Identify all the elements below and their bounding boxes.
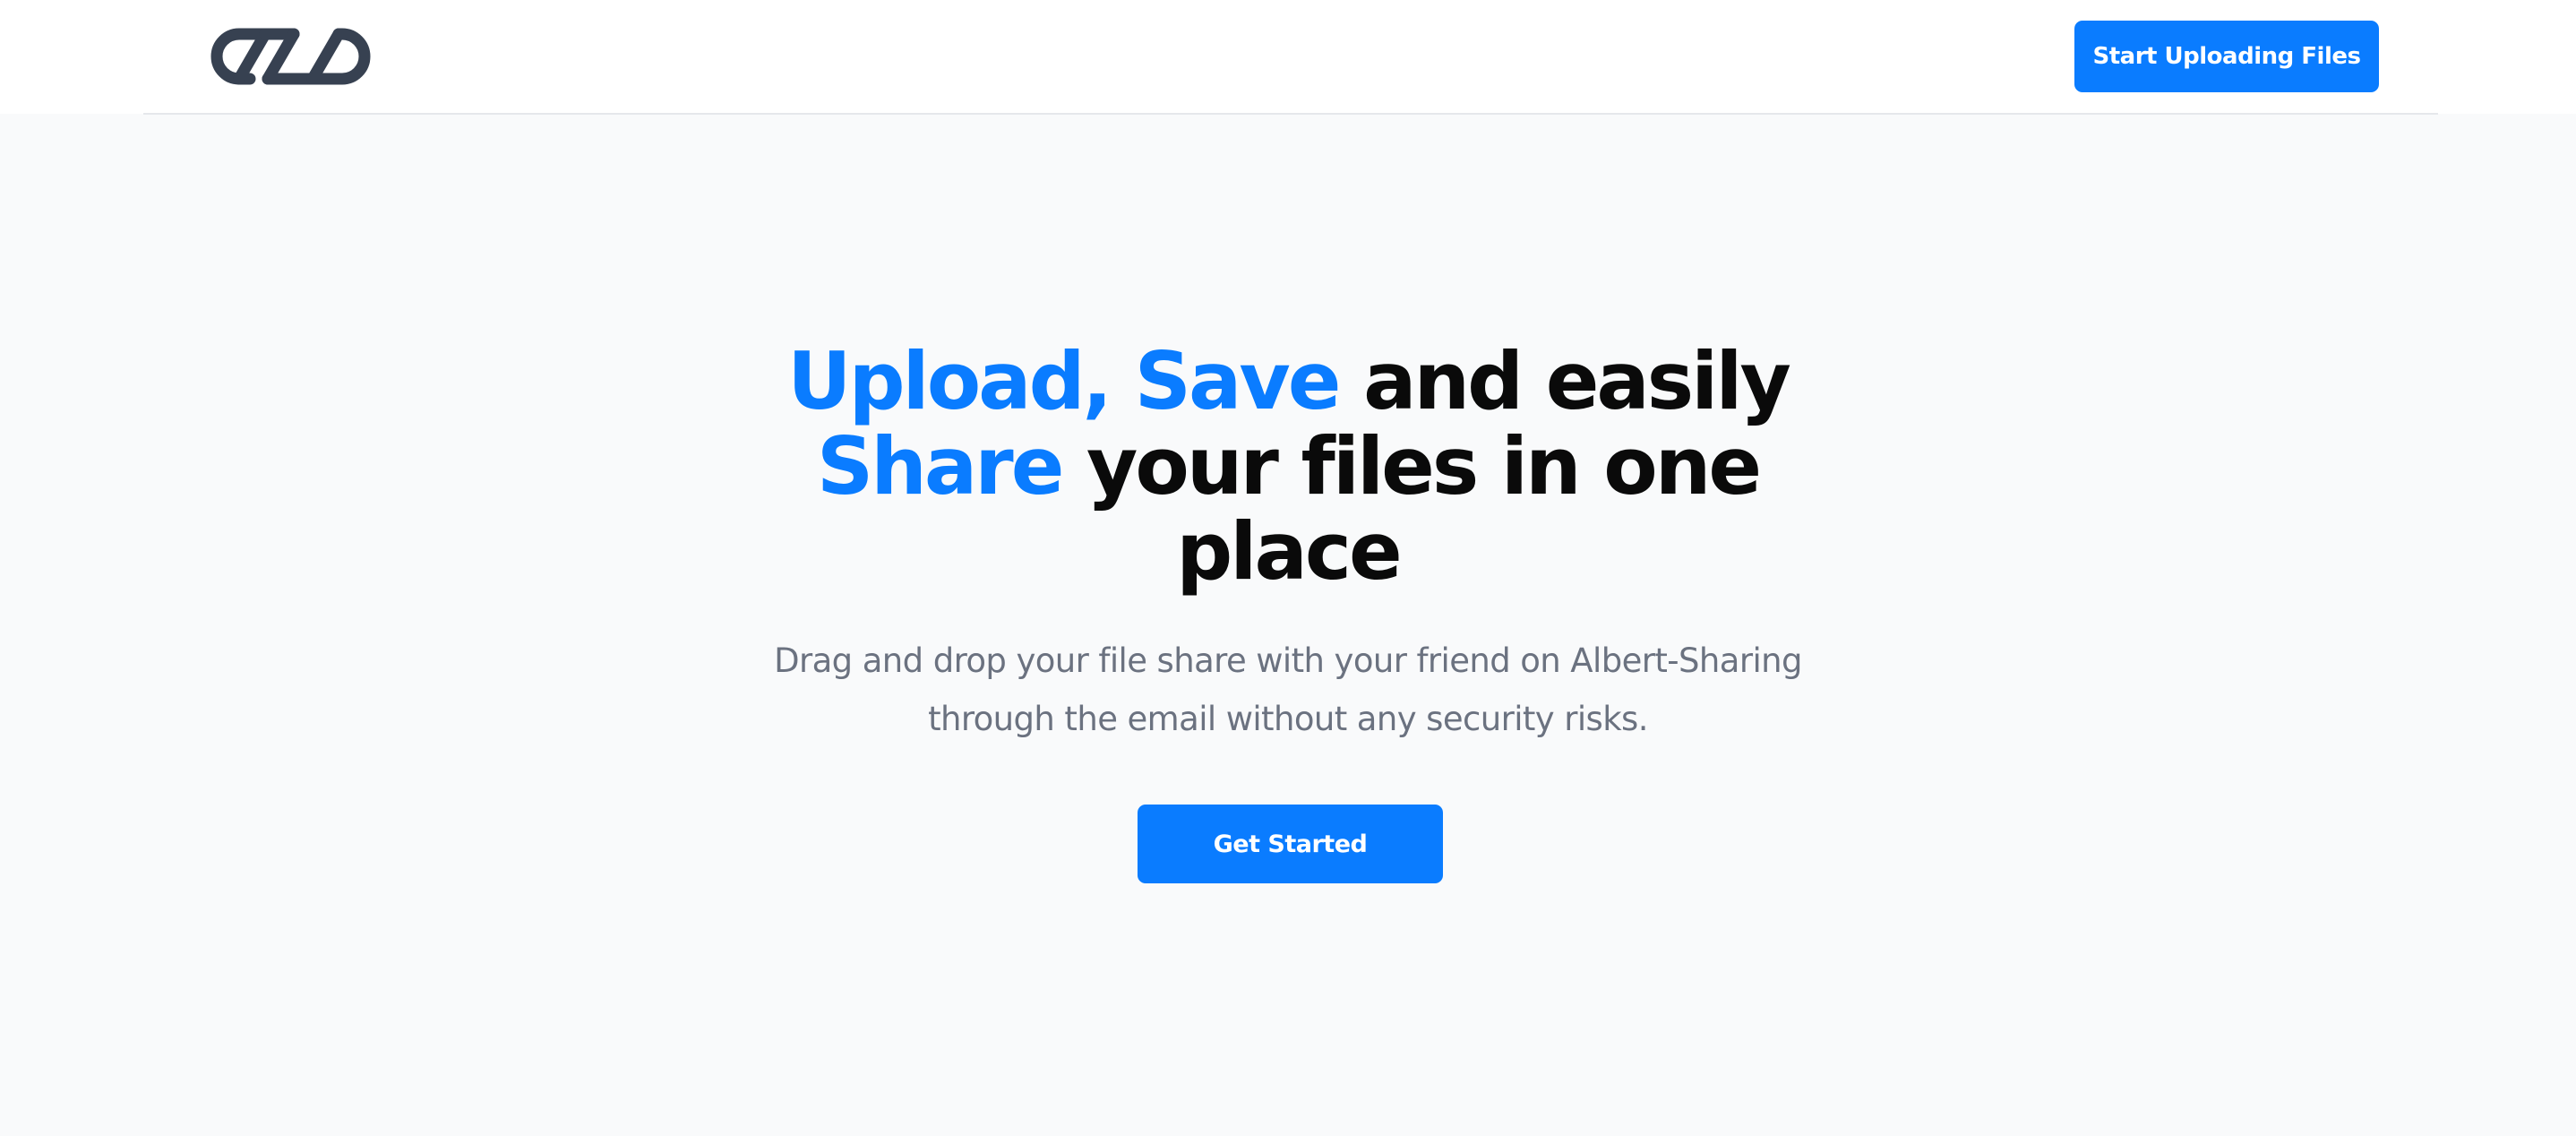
hero-title-text-end: your files in one place [1061, 420, 1762, 598]
hero-title-accent-share: Share [816, 420, 1064, 512]
hero-title-text: and easily [1338, 335, 1791, 427]
chain-link-logo-icon [210, 28, 371, 85]
start-uploading-files-button[interactable]: Start Uploading Files [2074, 21, 2379, 92]
site-header: Start Uploading Files [0, 0, 2576, 114]
hero-subtitle: Drag and drop your file share with your … [774, 641, 1802, 738]
hero-title: Upload, Save and easily Share your files… [751, 339, 1825, 594]
logo[interactable] [199, 20, 382, 93]
hero-title-accent-upload-save: Upload, Save [787, 335, 1341, 427]
header-divider [143, 113, 2438, 115]
get-started-button[interactable]: Get Started [1138, 805, 1443, 883]
